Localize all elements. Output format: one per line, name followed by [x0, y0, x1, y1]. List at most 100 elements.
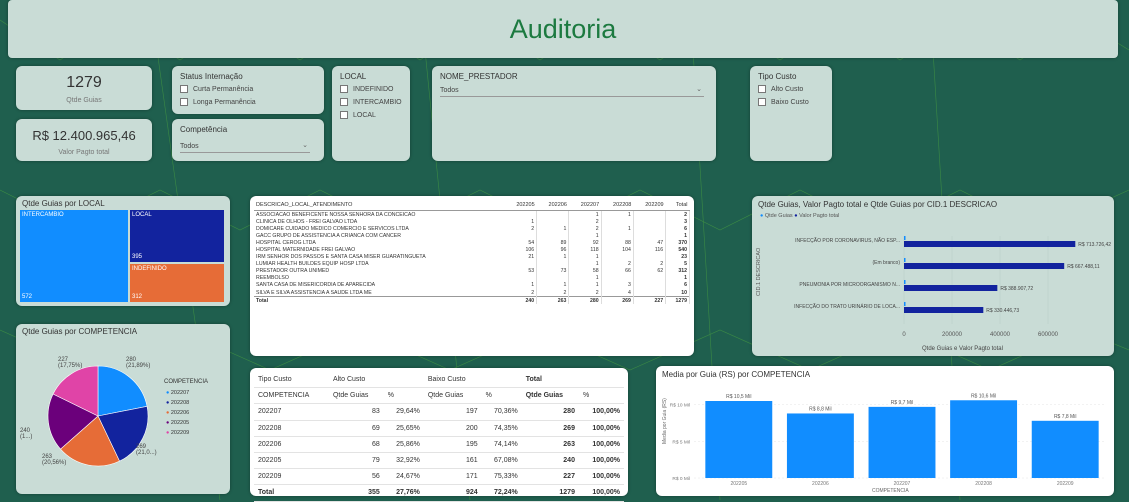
checkbox-local[interactable]: LOCAL: [340, 111, 376, 119]
kpi-card-valor-pagto: R$ 12.400.965,46 Valor Pagto total: [16, 119, 152, 161]
cid-bar-valor[interactable]: [904, 263, 1065, 269]
media-bar-label: R$ 10,6 Mil: [971, 393, 996, 399]
prestador-dropdown[interactable]: Todos ⌄: [440, 85, 704, 97]
checkbox-icon[interactable]: [758, 98, 766, 106]
custo-table-row: Total 355 27,76% 924 72,24% 1279 100,00%: [254, 484, 624, 502]
cid-x-axis-title: Qtde Guias e Valor Pagto total: [922, 346, 1003, 352]
media-x-axis-title: COMPETENCIA: [872, 488, 909, 494]
cid-bar-valor[interactable]: [904, 307, 984, 313]
treemap-card: Qtde Guias por LOCAL INTERCAMBIO 572 LOC…: [16, 196, 230, 306]
custo-table-row: 202208 69 25,65% 200 74,35% 269 100,00%: [254, 420, 624, 437]
media-y-tick: R$ 5 Mil: [672, 439, 690, 445]
treemap-tile-intercambio[interactable]: INTERCAMBIO 572: [20, 210, 128, 302]
media-bar-label: R$ 8,8 Mil: [809, 406, 832, 412]
cid-bar-label: R$ 330.446,73: [986, 308, 1019, 314]
slicer-status-internacao[interactable]: Status Internação Curta Permanência Long…: [172, 66, 324, 114]
matrix-row: Total 240 263 280 269 227 1279: [254, 296, 690, 305]
competencia-dropdown[interactable]: Todos ⌄: [180, 141, 310, 153]
treemap-tile-indefinido[interactable]: INDEFINIDO 312: [130, 264, 224, 302]
pie-legend-item[interactable]: ● 202206: [166, 410, 189, 420]
cid-y-axis-title: CID.1 DESCRICAO: [756, 247, 762, 296]
checkbox-curta-permanencia[interactable]: Curta Permanência: [180, 85, 253, 93]
matrix-column-header[interactable]: DESCRICAO_LOCAL_ATENDIMENTO: [254, 200, 505, 211]
matrix-row: GACC GRUPO DE ASSISTENCIA A CRIANCA COM …: [254, 232, 690, 240]
checkbox-icon[interactable]: [340, 85, 348, 93]
media-bar-202207[interactable]: [868, 406, 936, 478]
local-matrix-card: DESCRICAO_LOCAL_ATENDIMENTO 202205 202206 2…: [250, 196, 694, 356]
pie-legend-item[interactable]: ● 202205: [166, 420, 189, 430]
cid-bar-qtde[interactable]: [904, 302, 906, 306]
checkbox-icon[interactable]: [340, 111, 348, 119]
matrix-row: DOMICARE CUIDADO MEDICO COMERCIO E SERVI…: [254, 225, 690, 233]
pie-label-227: 227 (17,75%): [58, 357, 83, 369]
matrix-column-header[interactable]: 202208: [601, 200, 634, 211]
checkbox-icon[interactable]: [340, 98, 348, 106]
cid-bar-valor[interactable]: [904, 285, 998, 291]
matrix-row: ASSOCIACAO BENEFICENTE NOSSA SENHORA DA …: [254, 210, 690, 219]
cid-bar-qtde[interactable]: [904, 258, 906, 262]
legend-dot-icon: ●: [166, 410, 170, 416]
matrix-column-header[interactable]: 202207: [568, 200, 602, 211]
treemap-area: INTERCAMBIO 572 LOCAL 395 INDEFINIDO 312: [20, 210, 224, 302]
slicer-tipo-custo[interactable]: Tipo Custo Alto Custo Baixo Custo: [750, 66, 832, 161]
custo-header-row: COMPETENCIA Qtde Guias% Qtde Guias% Qtde Gu…: [254, 387, 624, 405]
treemap-tile-local[interactable]: LOCAL 395: [130, 210, 224, 262]
media-bar-202209[interactable]: [1031, 420, 1099, 478]
matrix-column-header[interactable]: 202206: [536, 200, 569, 211]
custo-table-row: 202206 68 25,86% 195 74,14% 263 100,00%: [254, 436, 624, 453]
custo-table-row: 202207 83 29,64% 197 70,36% 280 100,00%: [254, 403, 624, 421]
pie-legend-item[interactable]: ● 202207: [166, 390, 189, 400]
media-bar-202208[interactable]: [950, 400, 1018, 478]
pie-label-280: 280 (21,89%): [126, 357, 151, 369]
media-x-tick: 202209: [1057, 481, 1074, 487]
pie-legend-item[interactable]: ● 202208: [166, 400, 189, 410]
cid-bar-label: R$ 667.488,11: [1067, 264, 1100, 270]
checkbox-icon[interactable]: [758, 85, 766, 93]
matrix-column-header[interactable]: 202209: [633, 200, 666, 211]
treemap-title: Qtde Guias por LOCAL: [22, 199, 105, 208]
media-chart-card: Media por Guia (RS) por COMPETENCIA R$ 0…: [656, 366, 1114, 496]
checkbox-longa-permanencia[interactable]: Longa Permanência: [180, 98, 256, 106]
matrix-column-header[interactable]: Total: [665, 200, 690, 211]
legend-dot-icon: ●: [166, 390, 170, 396]
checkbox-intercambio[interactable]: INTERCAMBIO: [340, 98, 402, 106]
pie-title: Qtde Guias por COMPETENCIA: [22, 327, 138, 336]
media-bar-label: R$ 10,5 Mil: [726, 394, 751, 400]
matrix-row: PRESTADOR OUTRA UNIMED 53 73 58 66 62 312: [254, 267, 690, 275]
cid-bar-qtde[interactable]: [904, 280, 906, 284]
cid-bar-qtde[interactable]: [904, 236, 906, 240]
media-bar-202205[interactable]: [705, 401, 773, 478]
checkbox-icon[interactable]: [180, 85, 188, 93]
slicer-nome-prestador[interactable]: NOME_PRESTADOR Todos ⌄: [432, 66, 716, 161]
cid-bar-label: R$ 388.907,72: [1000, 286, 1033, 292]
media-bar-label: R$ 7,8 Mil: [1054, 414, 1077, 420]
checkbox-icon[interactable]: [180, 98, 188, 106]
slicer-competencia[interactable]: Competência Todos ⌄: [172, 119, 324, 161]
slicer-local[interactable]: LOCAL INDEFINIDO INTERCAMBIO LOCAL: [332, 66, 410, 161]
custo-table: Tipo Custo Alto Custo Baixo Custo Total COMP…: [254, 372, 624, 502]
pie-legend-item[interactable]: ● 202209: [166, 430, 189, 440]
cid-category-label: INFECÇÃO DO TRATO URINÁRIO DE LOCA...: [794, 303, 900, 310]
media-y-tick: R$ 0 Mil: [672, 476, 690, 482]
checkbox-alto-custo[interactable]: Alto Custo: [758, 85, 803, 93]
media-bar-202206[interactable]: [786, 413, 854, 478]
pie-legend: ● 202207 ● 202208 ● 202206 ● 202205 ● 202209: [166, 390, 189, 440]
media-x-tick: 202206: [812, 481, 829, 487]
cid-category-label: INFECÇÃO POR CORONAVIRUS, NÃO ESP...: [795, 237, 900, 244]
slicer-status-title: Status Internação: [180, 72, 243, 81]
cid-chart-card: Qtde Guias, Valor Pagto total e Qtde Gui…: [752, 196, 1114, 356]
matrix-row: HOSPITAL MATERNIDADE FREI GALVAO 106 96 118…: [254, 246, 690, 254]
cid-bar-chart: 0 200000 400000 600000 INFECÇÃO POR CORONAVI…: [794, 236, 1111, 338]
media-x-tick: 202208: [975, 481, 992, 487]
chevron-down-icon[interactable]: ⌄: [696, 85, 702, 93]
legend-dot-icon: ●: [166, 420, 170, 426]
matrix-column-header[interactable]: 202205: [504, 200, 537, 211]
slicer-competencia-title: Competência: [180, 125, 228, 134]
chevron-down-icon[interactable]: ⌄: [302, 141, 308, 149]
kpi-qtde-value: 1279: [66, 74, 102, 91]
checkbox-baixo-custo[interactable]: Baixo Custo: [758, 98, 809, 106]
checkbox-indefinido[interactable]: INDEFINIDO: [340, 85, 393, 93]
matrix-row: SILVA E SILVA ASSISTENCIA A SAUDE LTDA M…: [254, 289, 690, 297]
cid-bar-valor[interactable]: [904, 241, 1076, 247]
pie-label-263: 263 (20,56%): [42, 454, 67, 466]
